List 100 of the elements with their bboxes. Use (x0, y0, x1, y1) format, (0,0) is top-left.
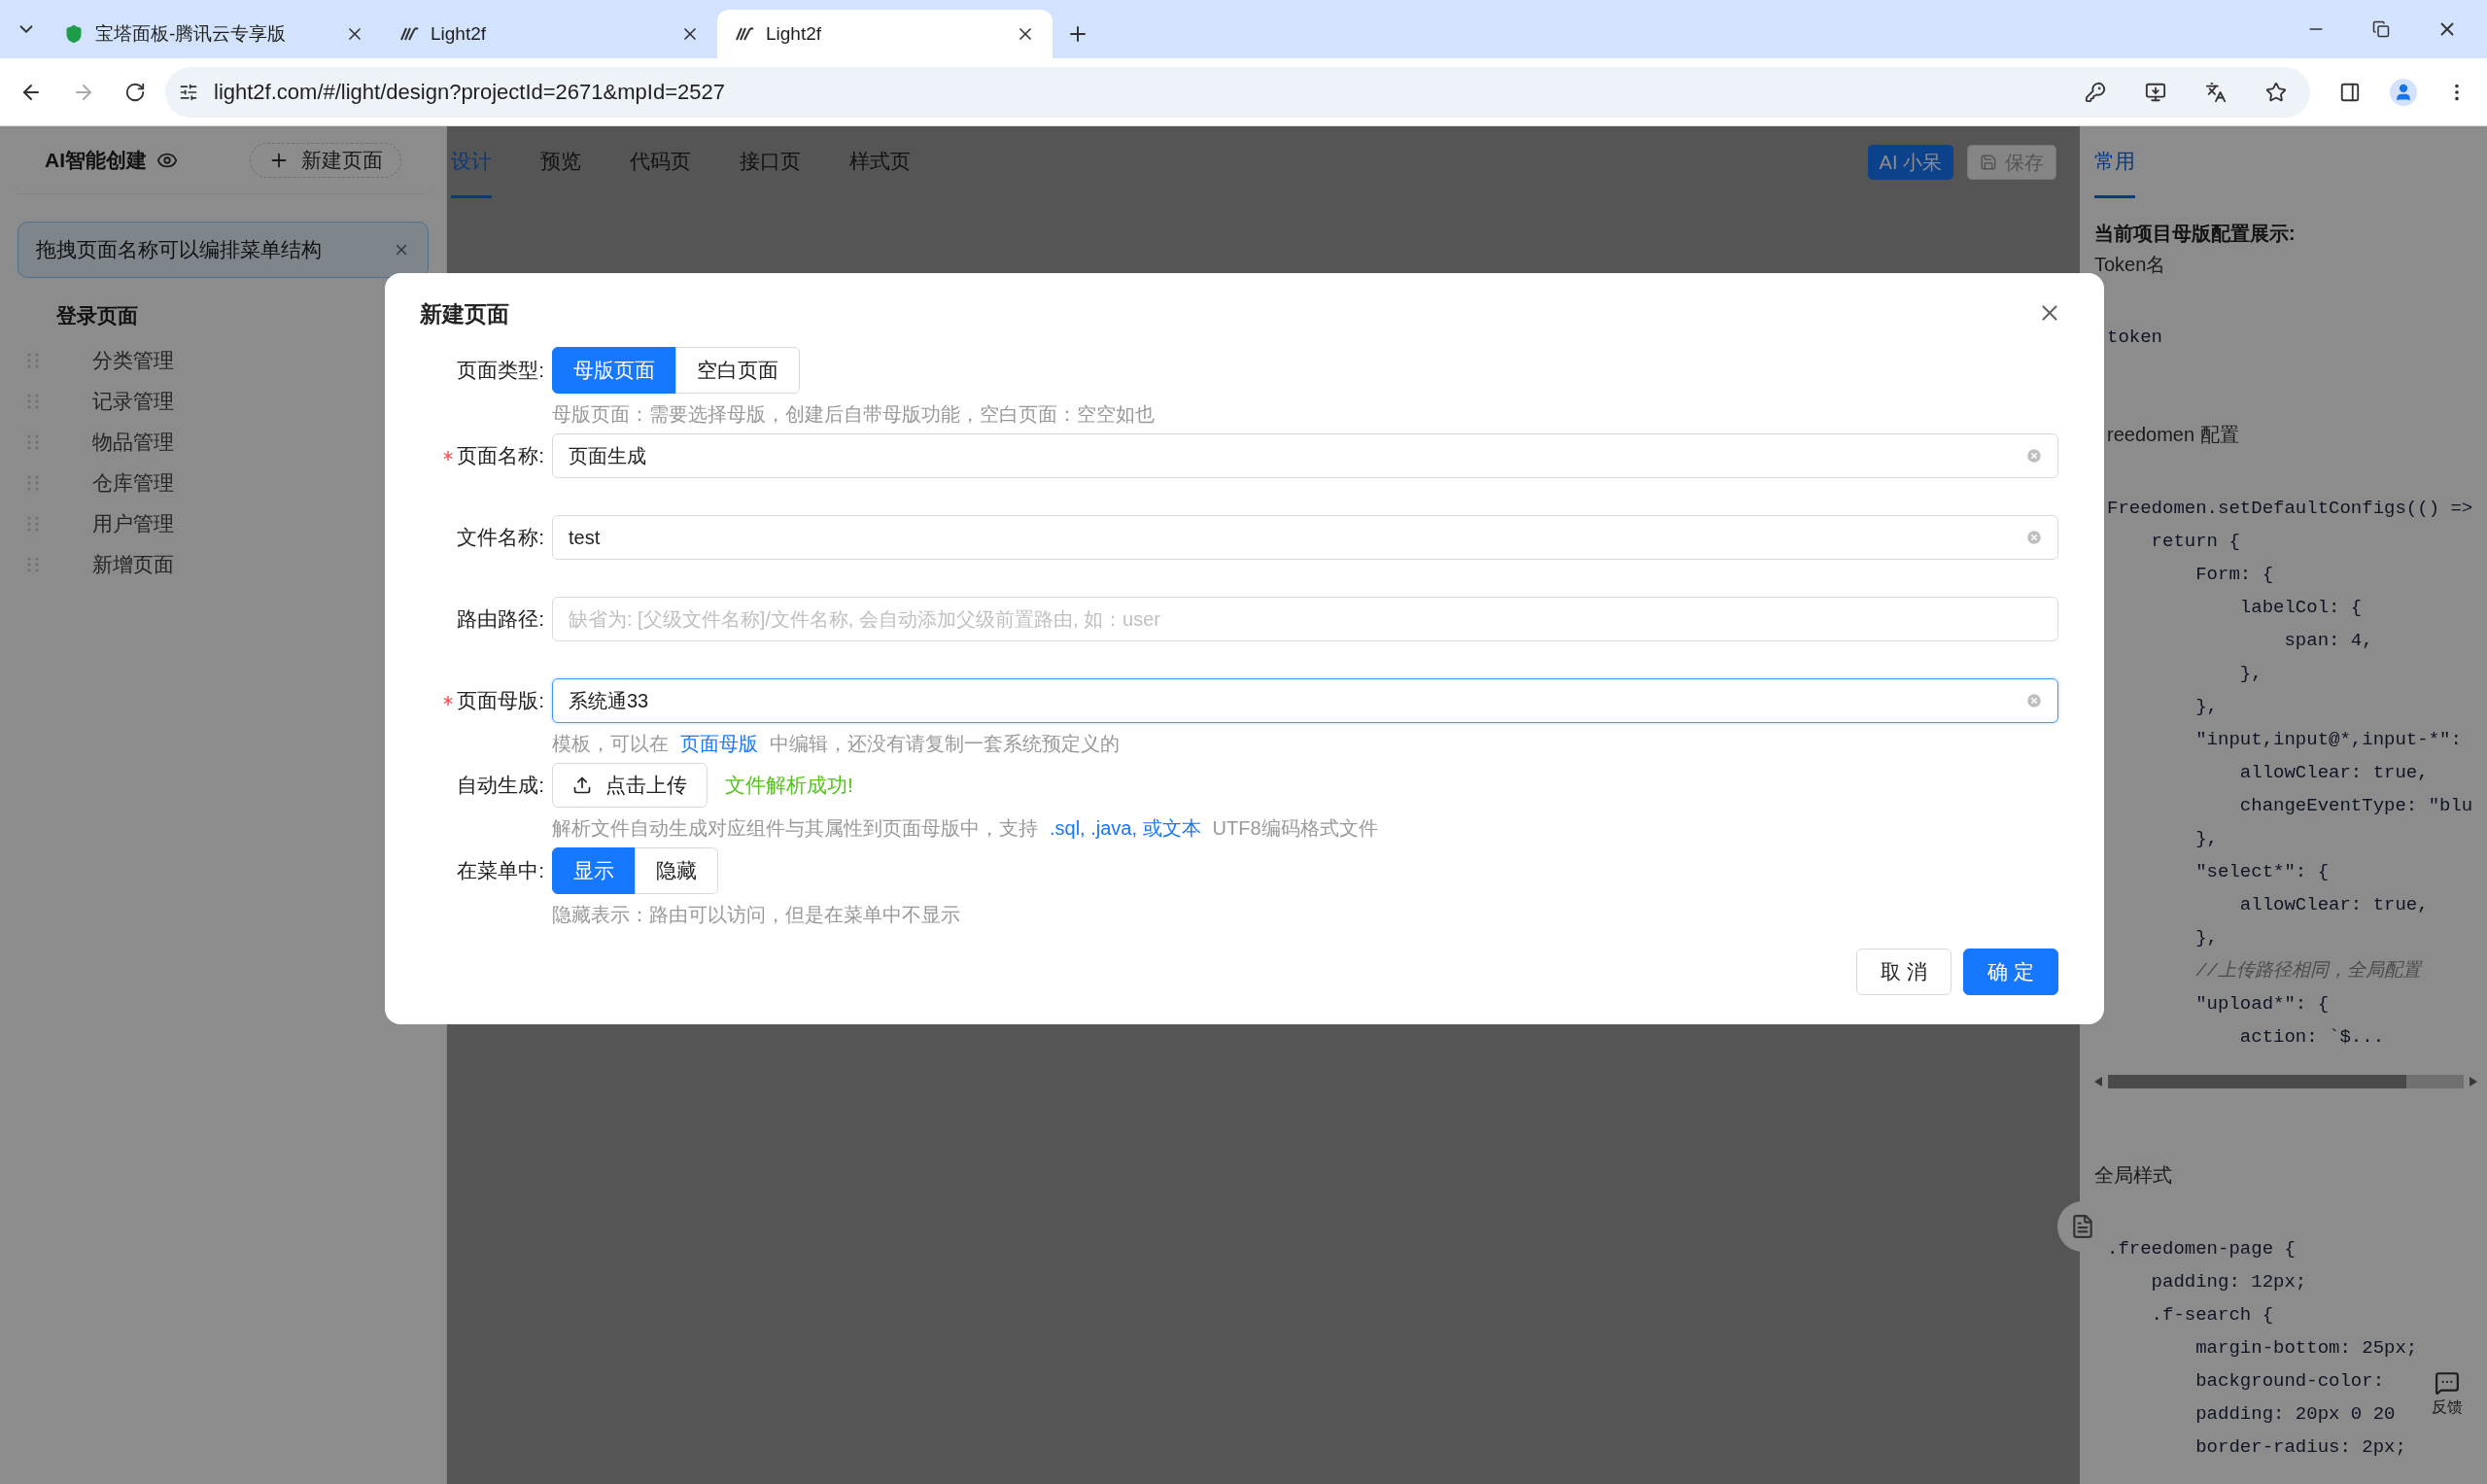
menu-item[interactable]: 用户管理 (92, 508, 174, 539)
restore-icon[interactable] (2372, 20, 2390, 38)
upload-button[interactable]: 点击上传 (552, 763, 708, 808)
code-line: "input,input@*,input-*": (2194, 728, 2462, 752)
install-icon[interactable] (2145, 81, 2166, 103)
code-line: .f-search { (2150, 1303, 2274, 1328)
menu-item[interactable]: 分类管理 (92, 345, 174, 376)
form-label: 文件名称: (457, 525, 544, 551)
form-label: 路由路径: (457, 606, 544, 633)
segment-button[interactable]: 空白页面 (675, 347, 800, 394)
code-line: "select*": { (2194, 860, 2330, 884)
menu-item[interactable]: 物品管理 (92, 427, 174, 458)
code-line: return { (2150, 530, 2240, 554)
browser-tab[interactable]: 宝塔面板-腾讯云专享版 (47, 10, 382, 58)
menu-item[interactable]: 仓库管理 (92, 467, 174, 499)
field-label: 全局样式 (2094, 1163, 2173, 1188)
tab-title: Light2f (431, 21, 488, 46)
site-info-icon[interactable] (179, 82, 198, 102)
code-line: margin-bottom: 25px; (2194, 1336, 2418, 1361)
input-field[interactable]: 缺省为: [父级文件名称]/文件名称, 会自动添加父级前置路由, 如：user (552, 597, 2058, 641)
horizontal-scrollbar[interactable] (2094, 1073, 2477, 1090)
tab-title: Light2f (766, 21, 823, 46)
key-icon[interactable] (2085, 81, 2106, 103)
segment-button[interactable]: 隐藏 (635, 847, 718, 894)
site-logo-icon (399, 26, 419, 42)
code-line: Form: { (2194, 563, 2274, 587)
view-tab[interactable]: 代码页 (630, 126, 691, 198)
side-panel-icon[interactable] (2339, 81, 2361, 103)
help-link[interactable]: .sql, .java, 或文本 (1050, 817, 1201, 839)
form-label: 页面名称: (457, 443, 544, 469)
code-line: allowClear: true, (2238, 893, 2429, 917)
help-text: 隐藏表示：路由可以访问，但是在菜单中不显示 (552, 903, 961, 926)
drag-handle-icon[interactable] (27, 394, 39, 409)
form-label: 在菜单中: (457, 858, 544, 884)
code-line: border-radius: 2px; (2194, 1435, 2406, 1460)
dialog-title: 新建页面 (420, 300, 509, 328)
scroll-right-icon[interactable] (2470, 1077, 2477, 1087)
view-tab[interactable]: 接口页 (740, 126, 801, 198)
bookmark-icon[interactable] (2265, 81, 2287, 103)
code-comment: //上传路径相同，全局配置 (2194, 959, 2422, 984)
code-line: labelCol: { (2238, 596, 2363, 620)
browser-tab[interactable]: Light2f (382, 10, 717, 58)
confirm-button[interactable]: 确 定 (1963, 949, 2058, 995)
drag-handle-icon[interactable] (27, 434, 39, 450)
save-icon (1980, 154, 1997, 171)
code-line: }, (2194, 827, 2219, 851)
reload-icon[interactable] (124, 81, 146, 103)
panel-tab[interactable]: 常用 (2094, 126, 2135, 198)
profile-avatar[interactable] (2390, 78, 2417, 106)
form-label: 自动生成: (457, 773, 544, 799)
upload-icon (572, 776, 592, 795)
drag-handle-icon[interactable] (27, 475, 39, 491)
code-line: allowClear: true, (2238, 761, 2429, 785)
required-icon (443, 696, 454, 706)
alert-text: 拖拽页面名称可以编排菜单结构 (36, 237, 323, 263)
view-tab[interactable]: 样式页 (849, 126, 911, 198)
code-line: }, (2194, 926, 2219, 950)
browser-tab[interactable]: Light2f (717, 10, 1053, 58)
help-link[interactable]: 页面母版 (680, 733, 758, 754)
code-line: changeEventType: "blu (2238, 794, 2473, 818)
menu-item[interactable]: 记录管理 (92, 386, 174, 417)
menu-item[interactable]: 新增页面 (92, 549, 174, 580)
drag-handle-icon[interactable] (27, 516, 39, 532)
help-text: 解析文件自动生成对应组件与其属性到页面母版中，支持 .sql, .java, 或文本 UTF8编码格式文件 (552, 816, 1379, 840)
url-text: light2f.com/#/light/design?projectId=2671&mpId=2527 (214, 79, 726, 106)
translate-icon[interactable] (2205, 81, 2227, 103)
code-line: "upload*": { (2194, 992, 2330, 1017)
input-field[interactable]: 系统通33 (552, 678, 2058, 723)
shield-icon (64, 24, 84, 44)
code-line: Freedomen.setDefaultConfigs(() => (2107, 497, 2473, 521)
document-icon (2070, 1214, 2095, 1239)
segment-button[interactable]: 显示 (552, 847, 636, 894)
form-label: 页面母版: (457, 688, 544, 714)
code-line: action: `$... (2238, 1025, 2385, 1050)
drag-handle-icon[interactable] (27, 557, 39, 572)
segment-button[interactable]: 母版页面 (552, 347, 676, 394)
code-line: token (2106, 326, 2163, 350)
help-text: 母版页面：需要选择母版，创建后自带母版功能，空白页面：空空如也 (552, 402, 1156, 426)
field-label: reedomen 配置 (2106, 423, 2240, 447)
form-label: 页面类型: (457, 358, 544, 384)
drag-handle-icon[interactable] (27, 353, 39, 368)
menu-group-title: 登录页面 (56, 303, 138, 328)
site-logo-icon (735, 26, 754, 42)
code-line: padding: 20px 0 20 (2194, 1402, 2396, 1427)
ai-button[interactable]: AI 小呆 (1867, 145, 1953, 180)
tab-title: 宝塔面板-腾讯云专享版 (95, 21, 288, 46)
field-label: Token名 (2094, 253, 2167, 277)
input-field[interactable]: test (552, 515, 2058, 560)
help-text: 模板，可以在 页面母版 中编辑，还没有请复制一套系统预定义的 (552, 732, 1121, 755)
code-line: span: 4, (2283, 629, 2373, 653)
view-tab[interactable]: 预览 (540, 126, 581, 198)
upload-status: 文件解析成功! (725, 773, 853, 799)
chat-icon (2435, 1370, 2460, 1396)
code-line: .freedomen-page { (2107, 1237, 2296, 1261)
cancel-button[interactable]: 取 消 (1856, 949, 1952, 995)
required-icon (443, 451, 454, 461)
code-line: padding: 12px; (2150, 1270, 2307, 1294)
scroll-left-icon[interactable] (2094, 1077, 2102, 1087)
address-bar[interactable]: light2f.com/#/light/design?projectId=2671&mpId=2527 (165, 66, 2310, 118)
input-field[interactable]: 页面生成 (552, 433, 2058, 478)
